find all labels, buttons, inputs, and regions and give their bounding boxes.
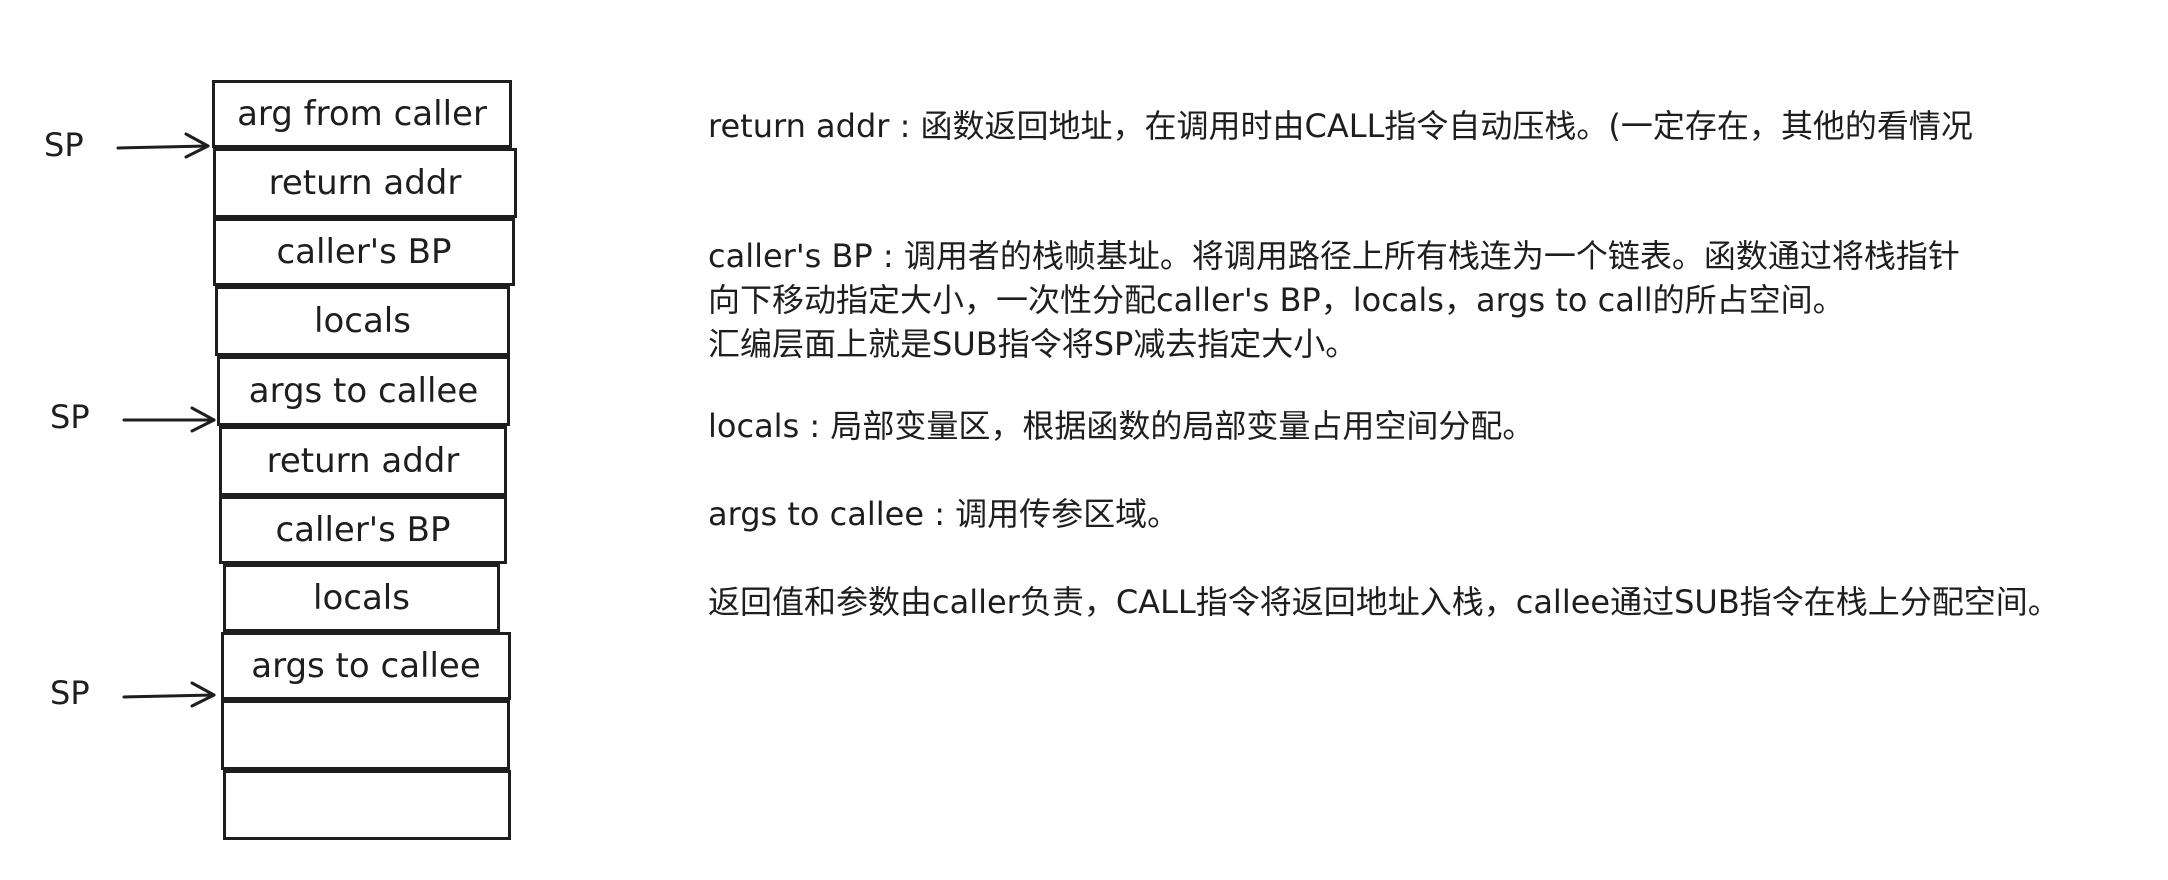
note-summary: 返回值和参数由caller负责，CALL指令将返回地址入栈，callee通过SU…	[708, 583, 2060, 621]
stack-cell-arg-from-caller: arg from caller	[212, 80, 512, 148]
stack-cell-args-to-callee: args to callee	[221, 632, 511, 700]
note-callers-bp-line: 向下移动指定大小，一次性分配caller's BP，locals，args to…	[708, 281, 1845, 319]
note-callers-bp-line: 汇编层面上就是SUB指令将SP减去指定大小。	[708, 325, 1358, 363]
stack-cell-return-addr: return addr	[213, 148, 517, 218]
sp-arrow-1	[116, 132, 210, 159]
sp-label: SP	[50, 674, 90, 712]
sp-arrow-2	[122, 406, 216, 433]
stack-cell-callers-bp: caller's BP	[213, 218, 515, 286]
stack-cell-empty	[221, 700, 510, 770]
note-callers-bp: caller's BP : 调用者的栈帧基址。将调用路径上所有栈连为一个链表。函…	[708, 234, 1960, 366]
stack-cell-empty	[223, 770, 511, 840]
sp-arrow-3	[122, 681, 216, 708]
note-args-to-callee: args to callee : 调用传参区域。	[708, 495, 1180, 533]
note-return-addr: return addr : 函数返回地址，在调用时由CALL指令自动压栈。(一定…	[708, 107, 1973, 145]
stack-cell-callers-bp: caller's BP	[219, 496, 507, 564]
note-locals: locals : 局部变量区，根据函数的局部变量占用空间分配。	[708, 407, 1535, 445]
note-callers-bp-line: caller's BP : 调用者的栈帧基址。将调用路径上所有栈连为一个链表。函…	[708, 237, 1960, 275]
stack-cell-locals: locals	[223, 564, 500, 632]
sp-label: SP	[44, 126, 84, 164]
stack-cell-locals: locals	[215, 286, 510, 356]
stack-cell-return-addr: return addr	[219, 426, 507, 496]
sp-label: SP	[50, 398, 90, 436]
stack-cell-args-to-callee: args to callee	[217, 356, 510, 426]
